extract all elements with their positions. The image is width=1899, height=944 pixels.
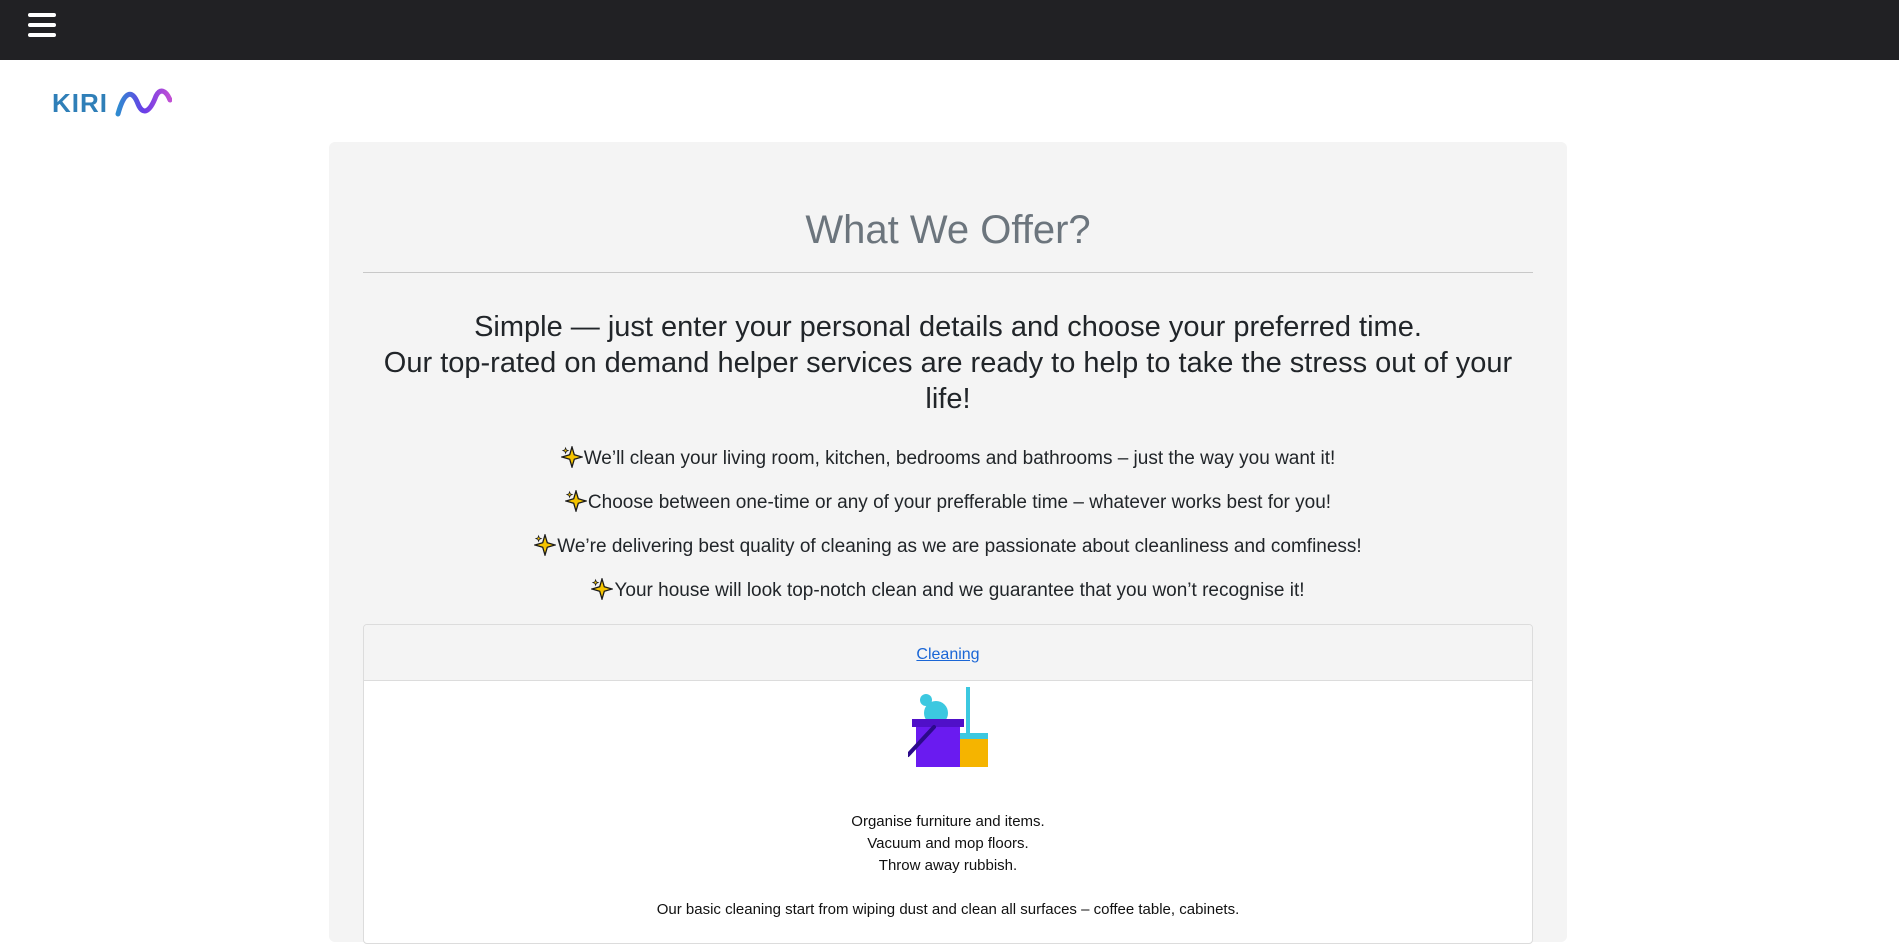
feature-text: Your house will look top-notch clean and… (614, 580, 1305, 601)
page-title: What We Offer? (805, 208, 1091, 252)
title-divider (363, 272, 1533, 273)
feature-item: Your house will look top-notch clean and… (363, 574, 1533, 618)
cleaning-link[interactable]: Cleaning (916, 646, 979, 663)
hamburger-menu-icon[interactable] (28, 13, 58, 41)
svg-text:KIRI: KIRI (52, 88, 108, 118)
feature-item: We’ll clean your living room, kitchen, b… (363, 442, 1533, 486)
kiri-logo[interactable]: KIRI (52, 86, 173, 118)
card-header: Cleaning (364, 625, 1532, 681)
top-navbar (0, 0, 1899, 60)
sparkle-icon (564, 490, 587, 512)
card-task-line: Vacuum and mop floors. (867, 835, 1029, 852)
lead-line-2: Our top-rated on demand helper services … (383, 347, 1513, 415)
lead-line-1: Simple — just enter your personal detail… (474, 311, 1422, 343)
what-we-offer-panel: What We Offer? Simple — just enter your … (329, 142, 1567, 944)
sparkle-icon (560, 446, 583, 468)
card-task-line: Organise furniture and items. (851, 813, 1045, 830)
service-card-cleaning: Cleaning Organise furniture and items. V… (363, 624, 1533, 944)
lead-text: Simple — just enter your personal detail… (363, 309, 1533, 417)
sparkle-icon (534, 534, 557, 556)
card-task-list: Organise furniture and items. Vacuum and… (364, 811, 1532, 877)
feature-item: Choose between one-time or any of your p… (363, 486, 1533, 530)
card-task-line: Throw away rubbish. (878, 857, 1018, 874)
feature-text: We’re delivering best quality of cleanin… (557, 536, 1362, 557)
sparkle-icon (591, 578, 614, 600)
feature-list: We’ll clean your living room, kitchen, b… (363, 442, 1533, 618)
card-description: Our basic cleaning start from wiping dus… (656, 901, 1240, 918)
feature-text: We’ll clean your living room, kitchen, b… (583, 448, 1336, 469)
cleaning-bucket-mop-icon (908, 687, 988, 767)
feature-text: Choose between one-time or any of your p… (587, 492, 1332, 513)
feature-item: We’re delivering best quality of cleanin… (363, 530, 1533, 574)
